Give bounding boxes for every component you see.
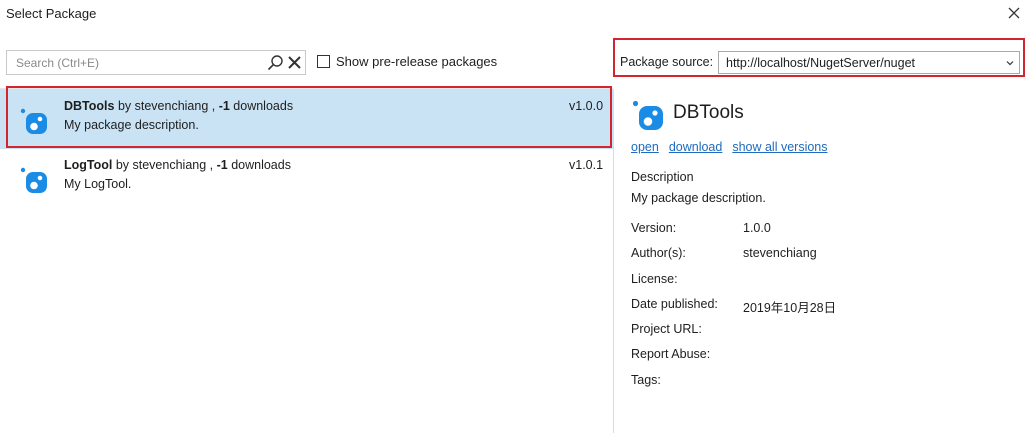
field-label: License: [631, 272, 678, 286]
detail-links: open download show all versions [631, 140, 828, 154]
show-all-versions-link[interactable]: show all versions [732, 140, 827, 154]
clear-search-icon[interactable] [287, 55, 302, 70]
prerelease-label: Show pre-release packages [336, 54, 498, 69]
field-label: Version: [631, 221, 677, 235]
description-text: My package description. [631, 191, 766, 205]
description-heading: Description [631, 170, 694, 184]
search-icon[interactable] [267, 54, 284, 71]
download-link[interactable]: download [669, 140, 723, 154]
window-title: Select Package [6, 6, 97, 21]
window-close-icon[interactable] [1004, 3, 1024, 23]
field-label: Tags: [631, 373, 661, 387]
nuget-package-icon [632, 100, 663, 130]
package-downloads-label: downloads [227, 158, 291, 172]
package-version: v1.0.1 [569, 158, 604, 172]
package-title-line: LogTool by stevenchiang , -1 downloads [64, 158, 291, 172]
field-label: Project URL: [631, 322, 702, 336]
prerelease-checkbox[interactable] [317, 55, 330, 68]
pane-divider [613, 89, 614, 433]
package-source-dropdown[interactable]: http://localhost/NugetServer/nuget [718, 51, 1020, 74]
selected-highlight-frame [6, 86, 612, 148]
package-description: My LogTool. [64, 177, 132, 191]
package-author: by stevenchiang , [112, 158, 217, 172]
field-label: Date published: [631, 297, 718, 311]
package-name: LogTool [64, 158, 113, 172]
field-value: stevenchiang [743, 246, 817, 260]
field-label: Author(s): [631, 246, 686, 260]
nuget-package-icon [20, 167, 47, 193]
search-input[interactable] [7, 51, 257, 74]
field-value: 1.0.0 [743, 221, 771, 235]
package-list-item-logtool[interactable]: LogTool by stevenchiang , -1 downloads M… [0, 148, 613, 208]
field-label: Report Abuse: [631, 347, 711, 361]
field-value: 2019年10月28日 [743, 301, 837, 315]
search-box [6, 50, 306, 75]
detail-package-title: DBTools [673, 102, 744, 123]
open-link[interactable]: open [631, 140, 659, 154]
package-source-value: http://localhost/NugetServer/nuget [726, 56, 916, 70]
prerelease-toggle[interactable]: Show pre-release packages [317, 54, 497, 69]
package-source-label: Package source: [620, 55, 714, 69]
package-downloads: -1 [216, 158, 228, 172]
chevron-down-icon [1006, 61, 1014, 66]
